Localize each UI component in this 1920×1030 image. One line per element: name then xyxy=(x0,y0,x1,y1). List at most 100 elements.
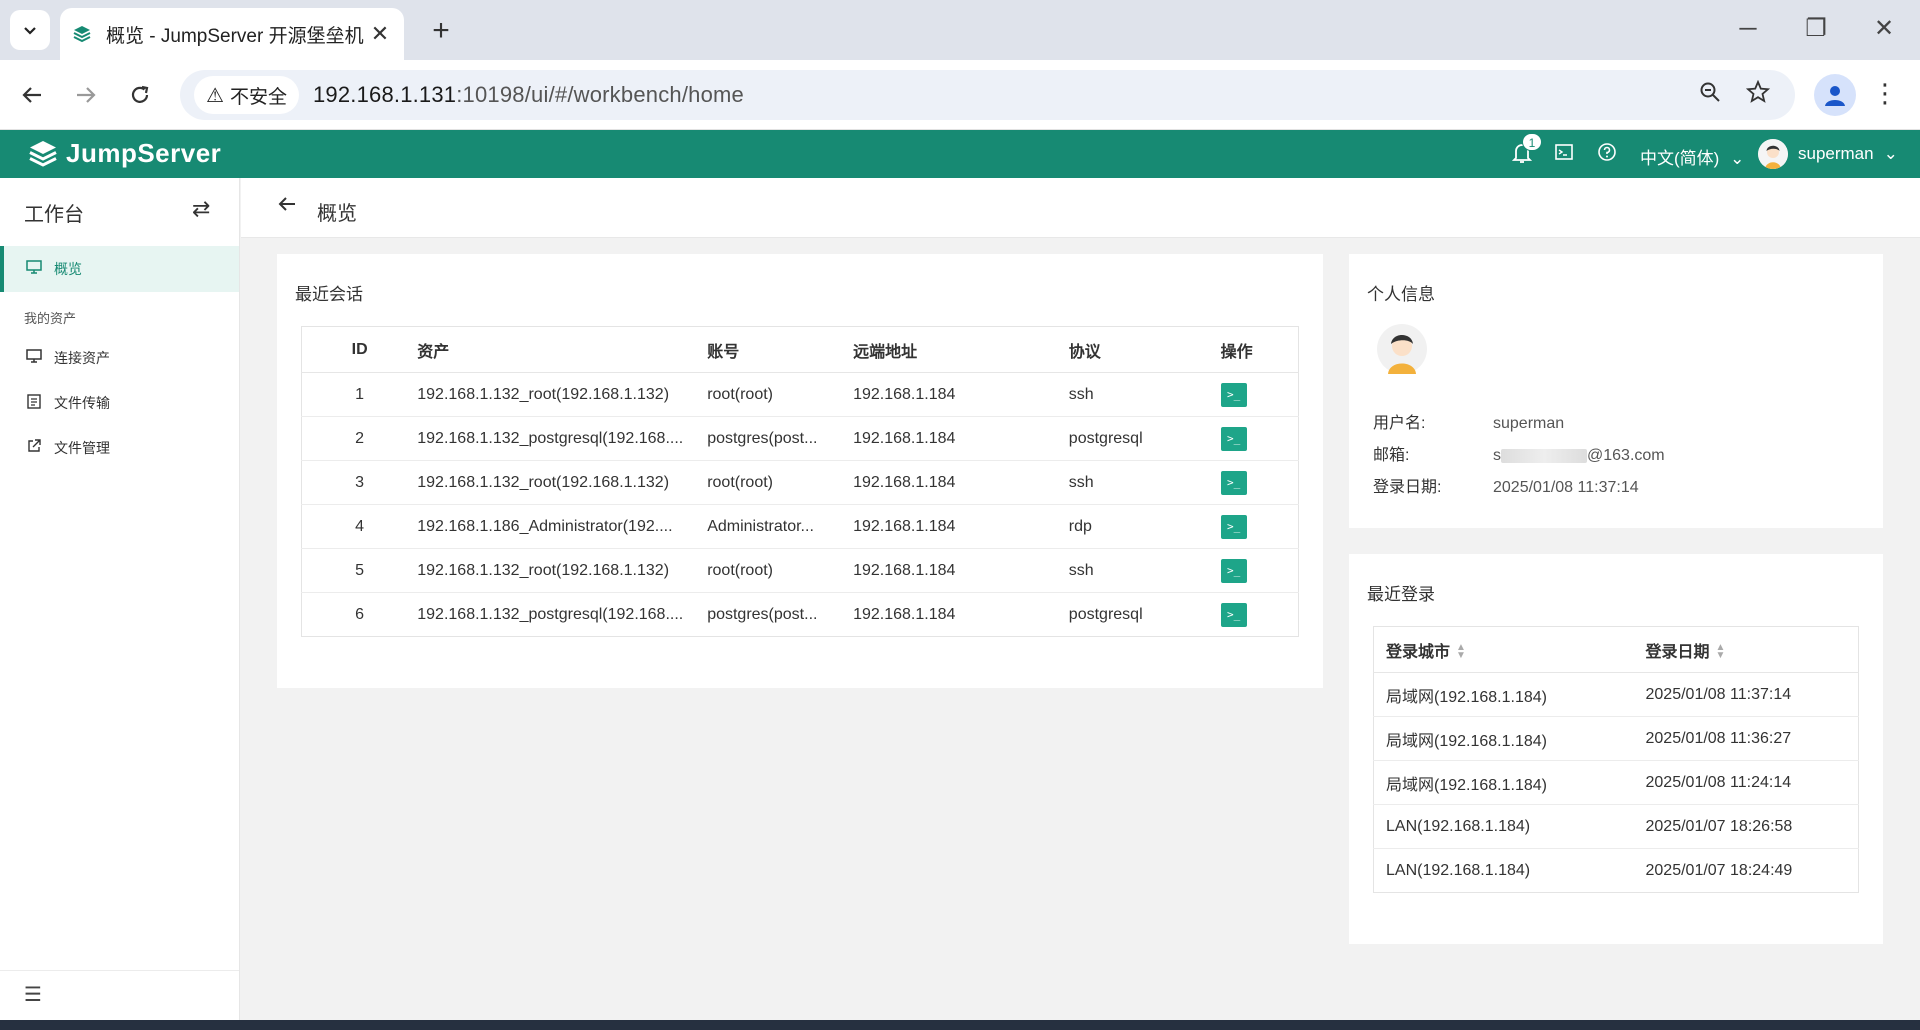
sidebar-divider xyxy=(0,970,239,971)
warning-icon: ⚠ xyxy=(206,84,224,107)
tab-search-button[interactable] xyxy=(10,10,50,50)
column-header[interactable]: 账号 xyxy=(707,326,854,373)
session-protocol-cell: ssh xyxy=(1068,372,1221,417)
column-header[interactable]: 操作 xyxy=(1220,326,1299,373)
person-icon xyxy=(1825,86,1845,106)
restore-button[interactable]: ❐ xyxy=(1796,14,1836,44)
language-selector[interactable]: 中文(简体) ⌄ xyxy=(1640,144,1744,169)
url-host: 192.168.1.131 xyxy=(312,82,457,107)
column-header[interactable]: 资产 xyxy=(417,326,708,373)
back-button[interactable] xyxy=(14,77,50,113)
sidebar-item-overview[interactable]: 概览 xyxy=(0,246,239,292)
session-remote-cell: 192.168.1.184 xyxy=(853,605,956,623)
login-date-cell: 2025/01/07 18:24:49 xyxy=(1645,861,1793,879)
recent-sessions-card: 最近会话 ID 资产 账号 远端地址 协议 操作 1 192.168.1.132_… xyxy=(277,254,1323,688)
connect-terminal-button[interactable]: >_ xyxy=(1220,470,1247,495)
bookmark-star-icon[interactable] xyxy=(1745,79,1771,111)
login-date-cell: 2025/01/07 18:26:58 xyxy=(1645,804,1859,849)
new-tab-button[interactable]: + xyxy=(424,14,458,48)
connect-terminal-button[interactable]: >_ xyxy=(1220,426,1247,451)
email-label: 邮箱: xyxy=(1373,447,1410,464)
session-account-cell: postgres(post... xyxy=(707,605,818,623)
sidebar-group-label: 我的资产 xyxy=(24,311,77,326)
session-account-cell: root(root) xyxy=(707,460,854,505)
session-asset-cell: 192.168.1.132_root(192.168.1.132) xyxy=(417,548,708,593)
url-text[interactable]: 192.168.1.131:10198/ui/#/workbench/home xyxy=(313,82,744,108)
close-window-button[interactable]: ✕ xyxy=(1864,14,1904,44)
connect-terminal-button[interactable]: >_ xyxy=(1220,558,1247,583)
sort-icon[interactable]: ▲ ▼ xyxy=(1456,643,1466,661)
sidebar-item-label: 文件传输 xyxy=(54,395,110,411)
profile-email-row: 邮箱: s @163.com xyxy=(1373,441,1665,465)
session-protocol-cell: rdp xyxy=(1068,504,1221,549)
back-arrow-icon[interactable] xyxy=(277,194,297,220)
session-id-cell: 4 xyxy=(301,504,418,549)
jumpserver-logo[interactable]: JumpServer xyxy=(28,138,221,169)
sidebar-item-connect-assets[interactable]: 连接资产 xyxy=(0,335,239,381)
sort-icon[interactable]: ▲ ▼ xyxy=(1716,643,1726,661)
sidebar-item-file-manager[interactable]: 文件管理 xyxy=(0,425,239,471)
column-header[interactable]: ID xyxy=(301,326,418,373)
table-row: 局域网(192.168.1.184) 2025/01/08 11:24:14 xyxy=(1373,760,1859,805)
tab-close-icon[interactable]: ✕ xyxy=(368,21,392,47)
reload-button[interactable] xyxy=(122,77,158,113)
terminal-icon[interactable] xyxy=(1554,142,1574,168)
address-bar[interactable]: ⚠ 不安全 192.168.1.131:10198/ui/#/workbench… xyxy=(180,70,1795,120)
table-row: 4 192.168.1.186_Administrator(192.... Admi… xyxy=(301,504,1299,549)
column-label: 登录城市 xyxy=(1386,643,1451,661)
browser-profile-button[interactable] xyxy=(1814,74,1856,116)
browser-tab-bar: 概览 - JumpServer 开源堡垒机 ✕ + ─ ❐ ✕ xyxy=(0,0,1920,60)
session-asset-cell: 192.168.1.132_root(192.168.1.132) xyxy=(417,372,708,417)
session-action-cell: >_ xyxy=(1220,460,1299,505)
connect-terminal-button[interactable]: >_ xyxy=(1220,382,1247,407)
session-asset-cell: 192.168.1.132_root(192.168.1.132) xyxy=(417,460,708,505)
table-row: 局域网(192.168.1.184) 2025/01/08 11:36:27 xyxy=(1373,716,1859,761)
profile-card: 个人信息 用户名: superman 邮箱: s @163.com 登录日期: 2025… xyxy=(1349,254,1883,528)
arrow-right-icon xyxy=(77,87,96,103)
login-city-cell: 局域网(192.168.1.184) xyxy=(1373,760,1646,805)
monitor-icon xyxy=(24,349,44,367)
username-label: superman xyxy=(1798,144,1874,163)
security-indicator[interactable]: ⚠ 不安全 xyxy=(194,76,299,114)
session-protocol-cell: postgresql xyxy=(1068,416,1221,461)
table-header-row: ID 资产 账号 远端地址 协议 操作 xyxy=(301,326,1299,373)
column-header[interactable]: 协议 xyxy=(1068,326,1221,373)
table-row: 2 192.168.1.132_postgresql(192.168.... pos… xyxy=(301,416,1299,461)
arrow-left-icon xyxy=(22,87,41,103)
forward-button[interactable] xyxy=(68,77,104,113)
user-menu[interactable]: superman ⌄ xyxy=(1758,139,1898,169)
collapse-menu-icon[interactable]: ☰ xyxy=(24,982,42,1007)
monitor-icon xyxy=(24,260,44,278)
table-row: 3 192.168.1.132_root(192.168.1.132) root(r… xyxy=(301,460,1299,505)
column-header-date[interactable]: 登录日期 ▲ ▼ xyxy=(1645,626,1859,673)
login-date-value: 2025/01/08 11:37:14 xyxy=(1493,479,1639,496)
zoom-icon[interactable] xyxy=(1698,80,1722,111)
sidebar-item-label: 文件管理 xyxy=(54,440,110,456)
table-row: LAN(192.168.1.184) 2025/01/07 18:24:49 xyxy=(1374,849,1859,893)
session-account-cell: postgres(post... xyxy=(707,416,854,461)
session-id-cell: 3 xyxy=(301,460,418,505)
session-id-cell: 1 xyxy=(301,372,418,417)
minimize-button[interactable]: ─ xyxy=(1728,14,1768,44)
card-title: 最近登录 xyxy=(1367,585,1435,604)
sidebar-item-file-transfer[interactable]: 文件传输 xyxy=(0,380,239,426)
chevron-down-icon: ⌄ xyxy=(1730,149,1745,168)
connect-terminal-button[interactable]: >_ xyxy=(1220,602,1247,627)
session-remote-cell: 192.168.1.184 xyxy=(853,416,1069,461)
email-prefix: s xyxy=(1493,447,1501,464)
recent-logins-table: 登录城市 ▲ ▼ 登录日期 ▲ ▼ 局域网(192.168.1.184) 2025/01/… xyxy=(1373,626,1859,893)
session-id-cell: 5 xyxy=(301,548,418,593)
browser-tab[interactable]: 概览 - JumpServer 开源堡垒机 ✕ xyxy=(60,8,404,60)
session-id-cell: 2 xyxy=(301,416,418,461)
column-header[interactable]: 远端地址 xyxy=(853,326,1069,373)
notification-badge: 1 xyxy=(1522,133,1542,151)
help-icon[interactable] xyxy=(1597,142,1617,168)
profile-login-row: 登录日期: 2025/01/08 11:37:14 xyxy=(1373,473,1639,497)
file-transfer-icon xyxy=(24,393,44,413)
connect-terminal-button[interactable]: >_ xyxy=(1220,514,1247,539)
column-header-city[interactable]: 登录城市 ▲ ▼ xyxy=(1373,626,1646,673)
avatar xyxy=(1758,139,1788,169)
browser-menu-icon[interactable]: ⋮ xyxy=(1870,78,1900,109)
switch-view-icon[interactable]: ⇄ xyxy=(192,196,210,222)
external-link-icon xyxy=(24,439,44,457)
